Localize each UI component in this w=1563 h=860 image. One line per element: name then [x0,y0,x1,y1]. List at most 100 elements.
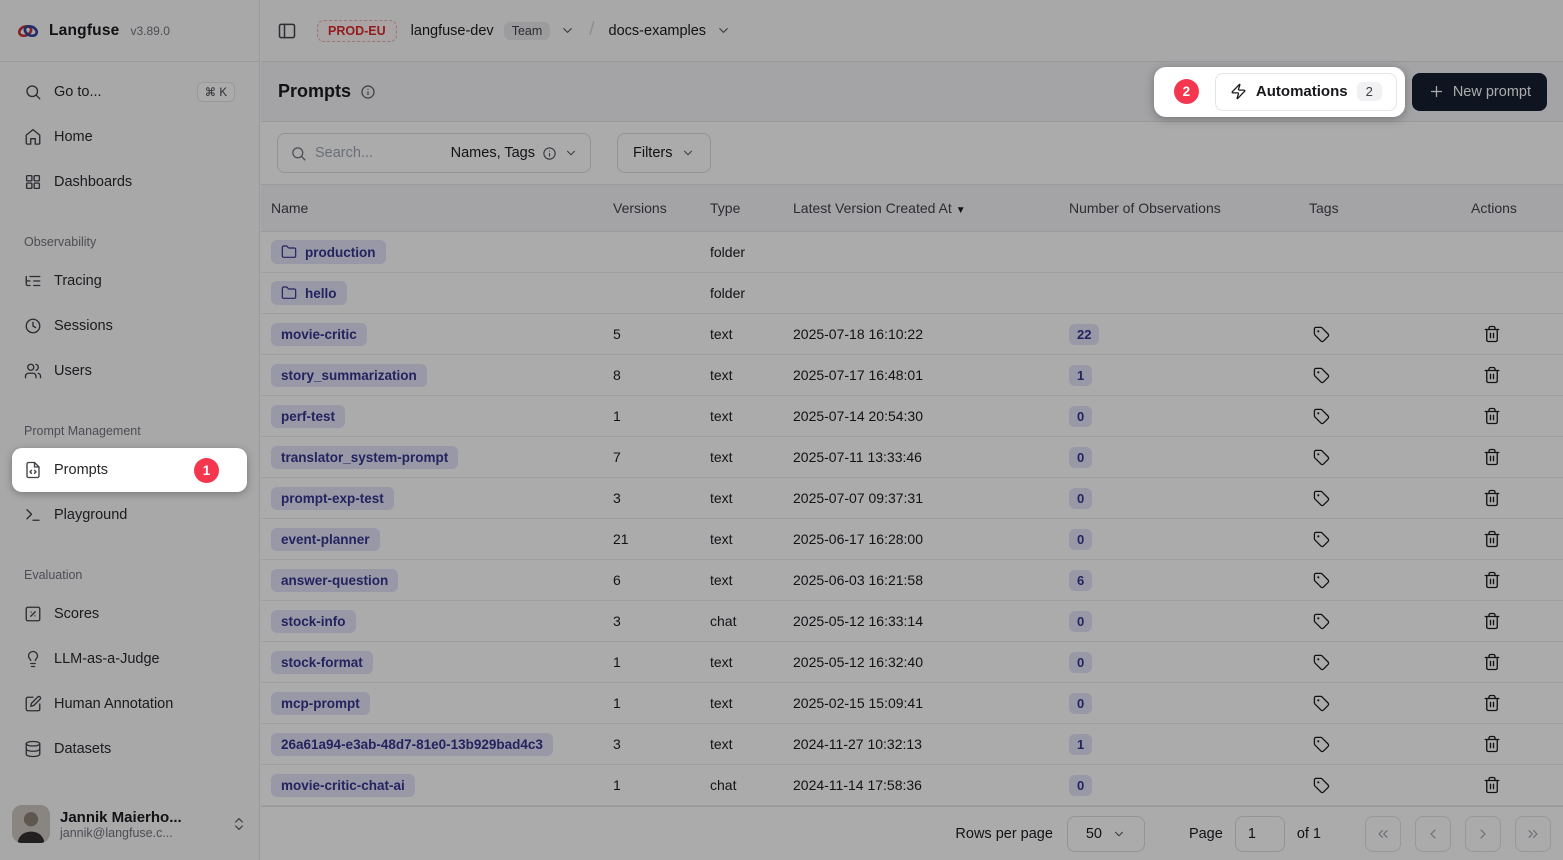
add-tag-button[interactable] [1309,650,1334,675]
prompt-name-pill[interactable]: mcp-prompt [271,692,370,715]
add-tag-button[interactable] [1309,404,1334,429]
sidebar-item-human-annotation[interactable]: Human Annotation [12,682,247,726]
column-header-versions[interactable]: Versions [603,200,700,216]
column-header-number-of-observations[interactable]: Number of Observations [1059,200,1299,216]
table-row[interactable]: mcp-prompt1text2025-02-15 15:09:410 [261,683,1563,724]
sidebar-item-dashboards[interactable]: Dashboards [12,160,247,204]
prompt-name-pill[interactable]: movie-critic-chat-ai [271,774,415,797]
prompt-name-pill[interactable]: perf-test [271,405,345,428]
prompt-name-pill[interactable]: translator_system-prompt [271,446,458,469]
add-tag-button[interactable] [1309,691,1334,716]
prompt-name-pill[interactable]: answer-question [271,569,398,592]
add-tag-button[interactable] [1309,568,1334,593]
prompt-name-pill[interactable]: prompt-exp-test [271,487,394,510]
sidebar-item-label: Prompts [54,462,108,478]
observations-count-badge: 0 [1069,775,1092,796]
latest-version-cell: 2025-07-11 13:33:46 [783,449,1059,465]
delete-prompt-button[interactable] [1479,772,1505,798]
table-row[interactable]: story_summarization8text2025-07-17 16:48… [261,355,1563,396]
delete-prompt-button[interactable] [1479,526,1505,552]
add-tag-button[interactable] [1309,445,1334,470]
chevron-down-icon [564,146,578,160]
delete-prompt-button[interactable] [1479,485,1505,511]
table-row[interactable]: event-planner21text2025-06-17 16:28:000 [261,519,1563,560]
info-icon[interactable] [360,84,376,100]
table-row[interactable]: movie-critic5text2025-07-18 16:10:2222 [261,314,1563,355]
column-header-type[interactable]: Type [700,200,783,216]
table-row[interactable]: answer-question6text2025-06-03 16:21:586 [261,560,1563,601]
add-tag-button[interactable] [1309,527,1334,552]
sidebar-item-playground[interactable]: Playground [12,493,247,537]
column-header-latest-version-created-at[interactable]: Latest Version Created At▼ [783,200,1059,216]
sidebar-item-label: Playground [54,507,127,523]
table-row[interactable]: stock-info3chat2025-05-12 16:33:140 [261,601,1563,642]
table-row[interactable]: prompt-exp-test3text2025-07-07 09:37:310 [261,478,1563,519]
sidebar-item-sessions[interactable]: Sessions [12,304,247,348]
search-input[interactable] [315,145,443,161]
delete-prompt-button[interactable] [1479,608,1505,634]
sidebar-item-users[interactable]: Users [12,349,247,393]
delete-prompt-button[interactable] [1479,731,1505,757]
org-switcher[interactable]: langfuse-dev Team [411,22,576,40]
prompt-name-pill[interactable]: hello [271,281,347,305]
sidebar-item-tracing[interactable]: Tracing [12,259,247,303]
column-header-actions[interactable]: Actions [1461,200,1563,216]
previous-page-button[interactable] [1415,816,1451,852]
user-menu[interactable]: Jannik Maierho... jannik@langfuse.c... [0,796,259,860]
add-tag-button[interactable] [1309,609,1334,634]
delete-prompt-button[interactable] [1479,690,1505,716]
prompt-name-pill[interactable]: production [271,240,386,264]
add-tag-button[interactable] [1309,322,1334,347]
table-row[interactable]: perf-test1text2025-07-14 20:54:300 [261,396,1563,437]
latest-version-cell: 2025-05-12 16:33:14 [783,613,1059,629]
add-tag-button[interactable] [1309,732,1334,757]
trash-icon [1483,612,1501,630]
prompt-name-pill[interactable]: stock-format [271,651,373,674]
filters-button[interactable]: Filters [617,133,711,173]
add-tag-button[interactable] [1309,486,1334,511]
table-row[interactable]: productionfolder [261,232,1563,273]
table-row[interactable]: 26a61a94-e3ab-48d7-81e0-13b929bad4c33tex… [261,724,1563,765]
delete-prompt-button[interactable] [1479,444,1505,470]
rows-per-page-select[interactable]: 50 [1067,816,1145,852]
prompt-name-pill[interactable]: movie-critic [271,323,367,346]
latest-version-cell: 2025-06-17 16:28:00 [783,531,1059,547]
prompt-name-pill[interactable]: 26a61a94-e3ab-48d7-81e0-13b929bad4c3 [271,733,553,756]
prompt-name: answer-question [281,573,388,588]
delete-prompt-button[interactable] [1479,567,1505,593]
prompt-name-pill[interactable]: story_summarization [271,364,427,387]
prompt-name-pill[interactable]: stock-info [271,610,356,633]
table-row[interactable]: movie-critic-chat-ai1chat2024-11-14 17:5… [261,765,1563,806]
trash-icon [1483,735,1501,753]
table-row[interactable]: hellofolder [261,273,1563,314]
sidebar-item-prompts[interactable]: Prompts1 [12,448,247,492]
sidebar-toggle-icon[interactable] [277,21,297,41]
sidebar-item-label: LLM-as-a-Judge [54,651,160,667]
avatar [12,805,50,843]
next-page-button[interactable] [1465,816,1501,852]
add-tag-button[interactable] [1309,363,1334,388]
last-page-button[interactable] [1515,816,1551,852]
page-number-input[interactable] [1235,816,1285,852]
column-header-name[interactable]: Name [261,200,603,216]
column-header-tags[interactable]: Tags [1299,200,1461,216]
add-tag-button[interactable] [1309,773,1334,798]
table-row[interactable]: translator_system-prompt7text2025-07-11 … [261,437,1563,478]
delete-prompt-button[interactable] [1479,362,1505,388]
sidebar-item-home[interactable]: Home [12,115,247,159]
goto-search-item[interactable]: Go to... ⌘ K [12,70,247,114]
first-page-button[interactable] [1365,816,1401,852]
delete-prompt-button[interactable] [1479,403,1505,429]
sidebar-item-scores[interactable]: Scores [12,592,247,636]
project-switcher[interactable]: docs-examples [609,23,732,39]
new-prompt-button[interactable]: New prompt [1412,73,1547,111]
table-row[interactable]: stock-format1text2025-05-12 16:32:400 [261,642,1563,683]
delete-prompt-button[interactable] [1479,321,1505,347]
brand-header: Langfuse v3.89.0 [0,0,259,62]
delete-prompt-button[interactable] [1479,649,1505,675]
sidebar-item-datasets[interactable]: Datasets [12,727,247,771]
search-scope-select[interactable]: Names, Tags [451,145,578,161]
sidebar-item-llm-as-a-judge[interactable]: LLM-as-a-Judge [12,637,247,681]
prompt-name-pill[interactable]: event-planner [271,528,380,551]
automations-button[interactable]: Automations 2 [1215,73,1397,111]
